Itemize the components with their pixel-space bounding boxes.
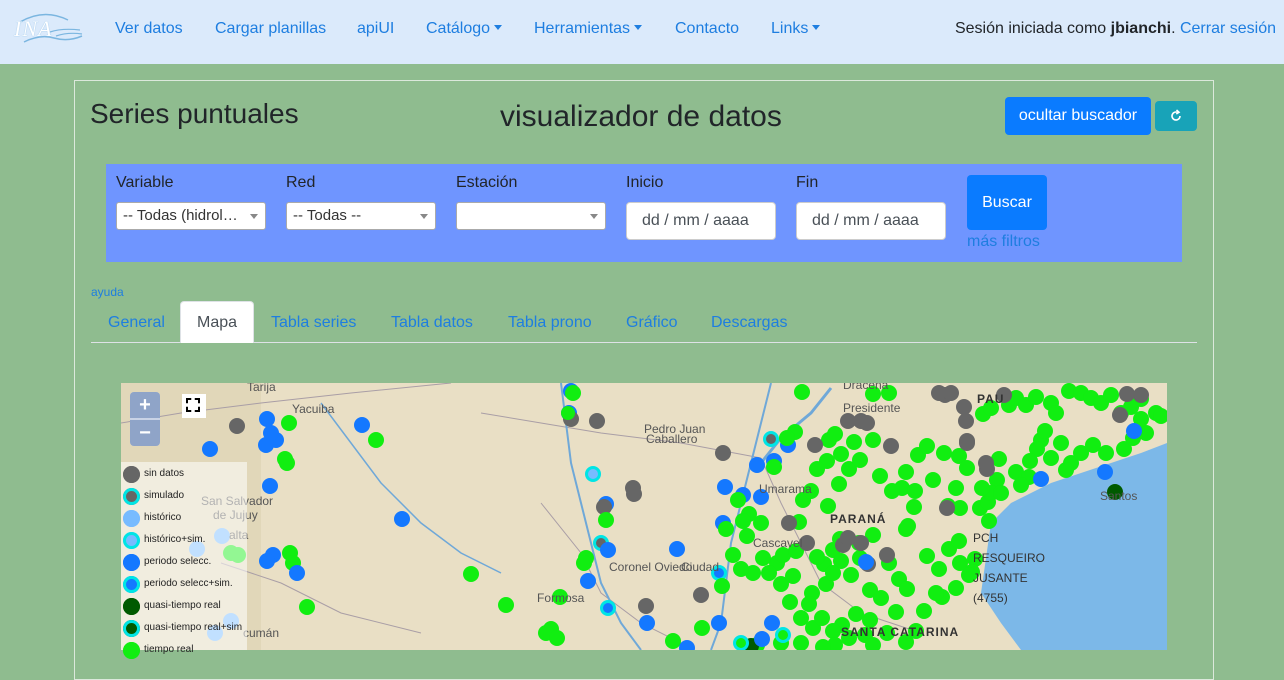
legend-dot: [123, 642, 140, 659]
variable-label: Variable: [116, 174, 174, 191]
dropdown-arrow-icon: [250, 214, 258, 219]
map-canvas[interactable]: Tarija Yacuiba Pedro Juan Caballero Drac…: [121, 383, 1167, 650]
legend-dot: [123, 532, 140, 549]
legend-dot: [123, 510, 140, 527]
map-label-yacuiba: Yacuiba: [292, 402, 335, 416]
nav-herramientas-dropdown[interactable]: Herramientas: [534, 20, 643, 38]
map-label-cascavel: Cascavel: [753, 536, 803, 550]
estacion-label: Estación: [456, 174, 518, 191]
legend-dot: [123, 598, 140, 615]
legend-dot: [123, 488, 140, 505]
legend-dot: [123, 576, 140, 593]
inicio-date-input[interactable]: dd / mm / aaaa: [626, 202, 776, 240]
zoom-out-button[interactable]: −: [130, 420, 160, 446]
page-title: visualizador de datos: [500, 100, 782, 133]
session-user: jbianchi: [1110, 20, 1172, 37]
tab-tabla-prono[interactable]: Tabla prono: [508, 314, 592, 332]
variable-select[interactable]: -- Todas (hidrológicas) --: [116, 202, 266, 230]
map-label-umarama: Umarama: [759, 482, 812, 496]
map-label-santos: Santos: [1100, 489, 1138, 503]
tab-general[interactable]: General: [108, 314, 165, 332]
inicio-label: Inicio: [626, 174, 664, 191]
map-label-coronel-oviedo: Coronel Oviedo: [609, 560, 693, 574]
legend-dot: [123, 620, 140, 637]
caret-down-icon: [634, 25, 643, 30]
nav-ver-datos[interactable]: Ver datos: [115, 20, 183, 38]
map-label-tucuman: cumán: [243, 626, 280, 640]
session-info: Sesión iniciada como jbianchi. Cerrar se…: [954, 20, 1276, 37]
more-filters-link[interactable]: más filtros: [967, 233, 1040, 251]
nav-apiui[interactable]: apiUI: [357, 20, 394, 38]
map-legend: sin datos simulado histórico histórico+s…: [121, 462, 247, 659]
series-title: Series puntuales: [90, 98, 299, 129]
map-label-tarija: Tarija: [247, 383, 276, 394]
nav-contacto[interactable]: Contacto: [675, 20, 739, 38]
zoom-in-button[interactable]: +: [130, 392, 160, 418]
search-button[interactable]: Buscar: [967, 175, 1047, 230]
help-link[interactable]: ayuda: [91, 285, 124, 299]
logout-link[interactable]: Cerrar sesión: [1180, 20, 1276, 37]
red-select[interactable]: -- Todas --: [286, 202, 436, 230]
refresh-icon: [1171, 109, 1181, 121]
hide-search-button[interactable]: ocultar buscador: [1005, 97, 1151, 135]
legend-dot: [123, 554, 140, 571]
tab-mapa[interactable]: Mapa: [180, 301, 254, 343]
map-label-parana: PARANÁ: [830, 512, 887, 526]
map-label-pch-resqueiro: PCH RESQUEIRO JUSANTE (4755): [973, 531, 1046, 605]
navbar: INA Ver datos Cargar planillas apiUI Cat…: [0, 0, 1284, 64]
tab-tabla-series[interactable]: Tabla series: [271, 314, 356, 332]
nav-links-dropdown[interactable]: Links: [771, 20, 821, 38]
zoom-control: + −: [130, 392, 160, 446]
nav-cargar-planillas[interactable]: Cargar planillas: [215, 20, 326, 38]
fin-label: Fin: [796, 174, 819, 191]
red-label: Red: [286, 174, 316, 191]
box-select-icon: [186, 398, 200, 412]
nav-catalogo-dropdown[interactable]: Catálogo: [426, 20, 503, 38]
ina-logo[interactable]: INA: [10, 8, 86, 56]
map-label-presidente: Presidente: [843, 401, 901, 415]
tab-grafico[interactable]: Gráfico: [626, 314, 678, 332]
estacion-select[interactable]: [456, 202, 606, 230]
map-label-caballero: Caballero: [646, 432, 698, 446]
map-label-santa-catarina: SANTA CATARINA: [841, 625, 960, 639]
legend-dot: [123, 466, 140, 483]
caret-down-icon: [494, 25, 503, 30]
fin-date-input[interactable]: dd / mm / aaaa: [796, 202, 946, 240]
map-label-dracena: Dracena: [843, 383, 889, 392]
refresh-button[interactable]: [1155, 101, 1197, 131]
map-label-pau: PAU: [977, 392, 1005, 406]
map-label-ciudad: Ciudad: [681, 560, 720, 574]
tab-descargas[interactable]: Descargas: [711, 314, 787, 332]
tabs-divider: [91, 342, 1197, 343]
box-select-button[interactable]: [182, 394, 206, 418]
caret-down-icon: [812, 25, 821, 30]
dropdown-arrow-icon: [420, 214, 428, 219]
tab-tabla-datos[interactable]: Tabla datos: [391, 314, 473, 332]
map-label-formosa: Formosa: [537, 591, 585, 605]
dropdown-arrow-icon: [590, 214, 598, 219]
